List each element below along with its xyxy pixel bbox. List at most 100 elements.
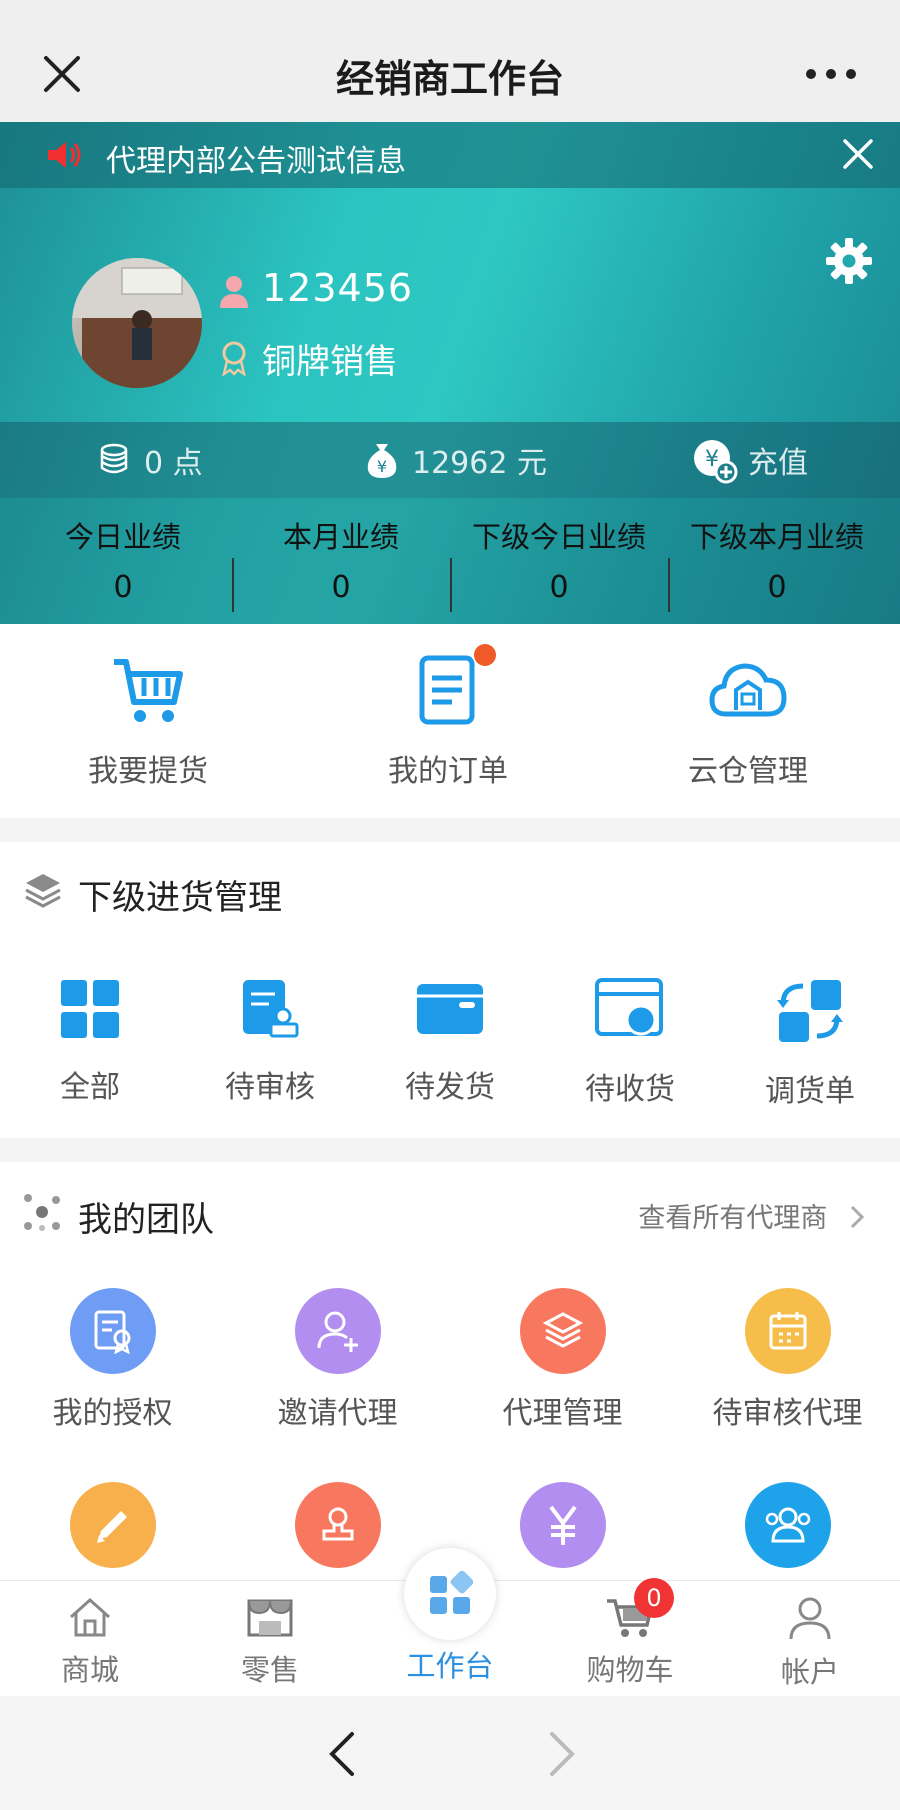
stat-label: 今日业绩 bbox=[64, 520, 181, 554]
stat-sub-today[interactable]: 下级今日业绩 0 bbox=[450, 498, 668, 624]
member-rank: 铜牌销售 bbox=[262, 342, 398, 382]
avatar[interactable] bbox=[72, 258, 202, 388]
stat-sub-month[interactable]: 下级本月业绩 0 bbox=[668, 498, 886, 624]
recharge-button[interactable]: ¥ 充值 bbox=[690, 422, 808, 498]
pickup-button[interactable]: 我要提货 bbox=[48, 652, 248, 790]
page-title: 经销商工作台 bbox=[335, 57, 564, 101]
more-icon[interactable] bbox=[804, 60, 858, 88]
team-item-label: 代理管理 bbox=[502, 1396, 623, 1431]
team-row2-item-1[interactable] bbox=[0, 1482, 225, 1568]
layers-icon bbox=[25, 874, 61, 908]
stat-today[interactable]: 今日业绩 0 bbox=[14, 498, 232, 624]
account-icon bbox=[789, 1597, 831, 1640]
my-authorization[interactable]: 我的授权 bbox=[0, 1288, 225, 1432]
quick-action-label: 云仓管理 bbox=[688, 754, 808, 789]
purchase-to-ship[interactable]: 待发货 bbox=[360, 978, 540, 1106]
purchase-all[interactable]: 全部 bbox=[0, 978, 180, 1106]
cart-badge: 0 bbox=[634, 1578, 674, 1618]
tab-label: 工作台 bbox=[406, 1649, 494, 1683]
medal-icon bbox=[222, 341, 246, 376]
receive-icon bbox=[595, 978, 663, 1036]
back-arrow-icon[interactable] bbox=[322, 1730, 362, 1778]
points-item[interactable]: 0 点 bbox=[98, 422, 203, 498]
grid-icon bbox=[61, 980, 119, 1038]
tab-mall[interactable]: 商城 bbox=[0, 1595, 180, 1689]
forward-arrow-icon[interactable] bbox=[542, 1730, 582, 1778]
stat-value: 0 bbox=[113, 570, 133, 605]
section-title: 我的团队 bbox=[78, 1200, 214, 1240]
title-bar: 经销商工作台 bbox=[0, 0, 900, 122]
view-all-agents-link[interactable]: 查看所有代理商 bbox=[638, 1196, 868, 1235]
team-item-label: 我的授权 bbox=[52, 1396, 173, 1431]
points-value: 0 点 bbox=[144, 446, 203, 481]
tab-label: 帐户 bbox=[780, 1655, 839, 1689]
team-item-label: 待审核代理 bbox=[712, 1396, 863, 1431]
yen-icon bbox=[519, 1482, 606, 1568]
my-team-section: 我的团队 查看所有代理商 我的授权 邀请代理 代理管理 待审核代理 bbox=[0, 1162, 900, 1580]
layers-icon bbox=[519, 1288, 606, 1374]
workbench-icon bbox=[430, 1571, 473, 1614]
tab-cart[interactable]: 购物车 bbox=[540, 1595, 720, 1689]
svg-text:¥: ¥ bbox=[377, 457, 387, 476]
pending-agent-review[interactable]: 待审核代理 bbox=[675, 1288, 900, 1432]
purchase-transfer[interactable]: 调货单 bbox=[720, 978, 900, 1110]
tab-retail[interactable]: 零售 bbox=[180, 1595, 360, 1689]
certificate-icon bbox=[69, 1288, 156, 1374]
review-icon bbox=[243, 980, 299, 1038]
purchase-to-receive[interactable]: 待收货 bbox=[540, 978, 720, 1108]
stat-value: 0 bbox=[331, 570, 351, 605]
pencil-icon bbox=[69, 1482, 156, 1568]
purchase-item-label: 全部 bbox=[60, 1070, 120, 1105]
cart-icon bbox=[114, 659, 183, 722]
tab-label: 购物车 bbox=[586, 1653, 674, 1687]
add-user-icon bbox=[294, 1288, 381, 1374]
workbench-center-button[interactable] bbox=[404, 1548, 496, 1640]
balance-value: 12962 元 bbox=[412, 446, 547, 481]
purchase-management-section: 下级进货管理 全部 待审核 待发货 待收货 调货单 bbox=[0, 842, 900, 1138]
team-row2-item-4[interactable] bbox=[675, 1482, 900, 1568]
order-icon bbox=[419, 655, 475, 725]
recharge-label: 充值 bbox=[748, 446, 808, 481]
money-bag-icon: ¥ bbox=[367, 444, 397, 478]
store-icon bbox=[247, 1599, 293, 1637]
my-orders-button[interactable]: 我的订单 bbox=[348, 644, 548, 790]
team-row2-item-2[interactable] bbox=[225, 1482, 450, 1568]
purchase-item-label: 待收货 bbox=[585, 1072, 675, 1107]
quick-action-label: 我的订单 bbox=[388, 754, 508, 789]
purchase-item-label: 待发货 bbox=[405, 1070, 495, 1105]
home-icon bbox=[69, 1597, 111, 1637]
balance-item[interactable]: ¥ 12962 元 bbox=[362, 422, 547, 498]
agent-management[interactable]: 代理管理 bbox=[450, 1288, 675, 1432]
quick-action-label: 我要提货 bbox=[88, 754, 208, 789]
purchase-item-label: 调货单 bbox=[765, 1074, 855, 1109]
recharge-icon: ¥ bbox=[694, 440, 738, 484]
user-icon bbox=[220, 276, 248, 308]
calendar-icon bbox=[744, 1288, 831, 1374]
notice-bar[interactable]: 代理内部公告测试信息 bbox=[0, 122, 900, 188]
invite-agent[interactable]: 邀请代理 bbox=[225, 1288, 450, 1432]
coins-icon bbox=[100, 443, 128, 474]
network-icon bbox=[24, 1194, 60, 1231]
purchase-item-label: 待审核 bbox=[225, 1070, 315, 1105]
stamp-icon bbox=[294, 1482, 381, 1568]
stat-value: 0 bbox=[549, 570, 569, 605]
tab-label: 零售 bbox=[240, 1653, 299, 1687]
box-icon bbox=[417, 984, 483, 1034]
wallet-bar: 0 点 ¥ 12962 元 ¥ 充值 bbox=[0, 422, 900, 498]
notice-text: 代理内部公告测试信息 bbox=[106, 144, 406, 179]
quick-actions: 我要提货 我的订单 云仓管理 bbox=[0, 624, 900, 818]
stat-month[interactable]: 本月业绩 0 bbox=[232, 498, 450, 624]
performance-stats: 今日业绩 0 本月业绩 0 下级今日业绩 0 下级本月业绩 0 bbox=[0, 498, 900, 624]
team-row2-item-3[interactable] bbox=[450, 1482, 675, 1568]
browser-nav-bar bbox=[0, 1696, 900, 1810]
gear-icon[interactable] bbox=[824, 236, 874, 286]
tab-account[interactable]: 帐户 bbox=[720, 1595, 900, 1691]
transfer-icon bbox=[777, 980, 843, 1042]
notice-close-icon[interactable] bbox=[840, 136, 876, 172]
purchase-pending-review[interactable]: 待审核 bbox=[180, 978, 360, 1106]
cloud-warehouse-button[interactable]: 云仓管理 bbox=[648, 652, 848, 790]
group-icon bbox=[744, 1482, 831, 1568]
dashboard-header: 代理内部公告测试信息 123456 铜牌销售 0 点 ¥ 12962 元 ¥ 充… bbox=[0, 122, 900, 624]
view-all-label: 查看所有代理商 bbox=[638, 1203, 828, 1234]
stat-label: 下级本月业绩 bbox=[689, 520, 864, 554]
